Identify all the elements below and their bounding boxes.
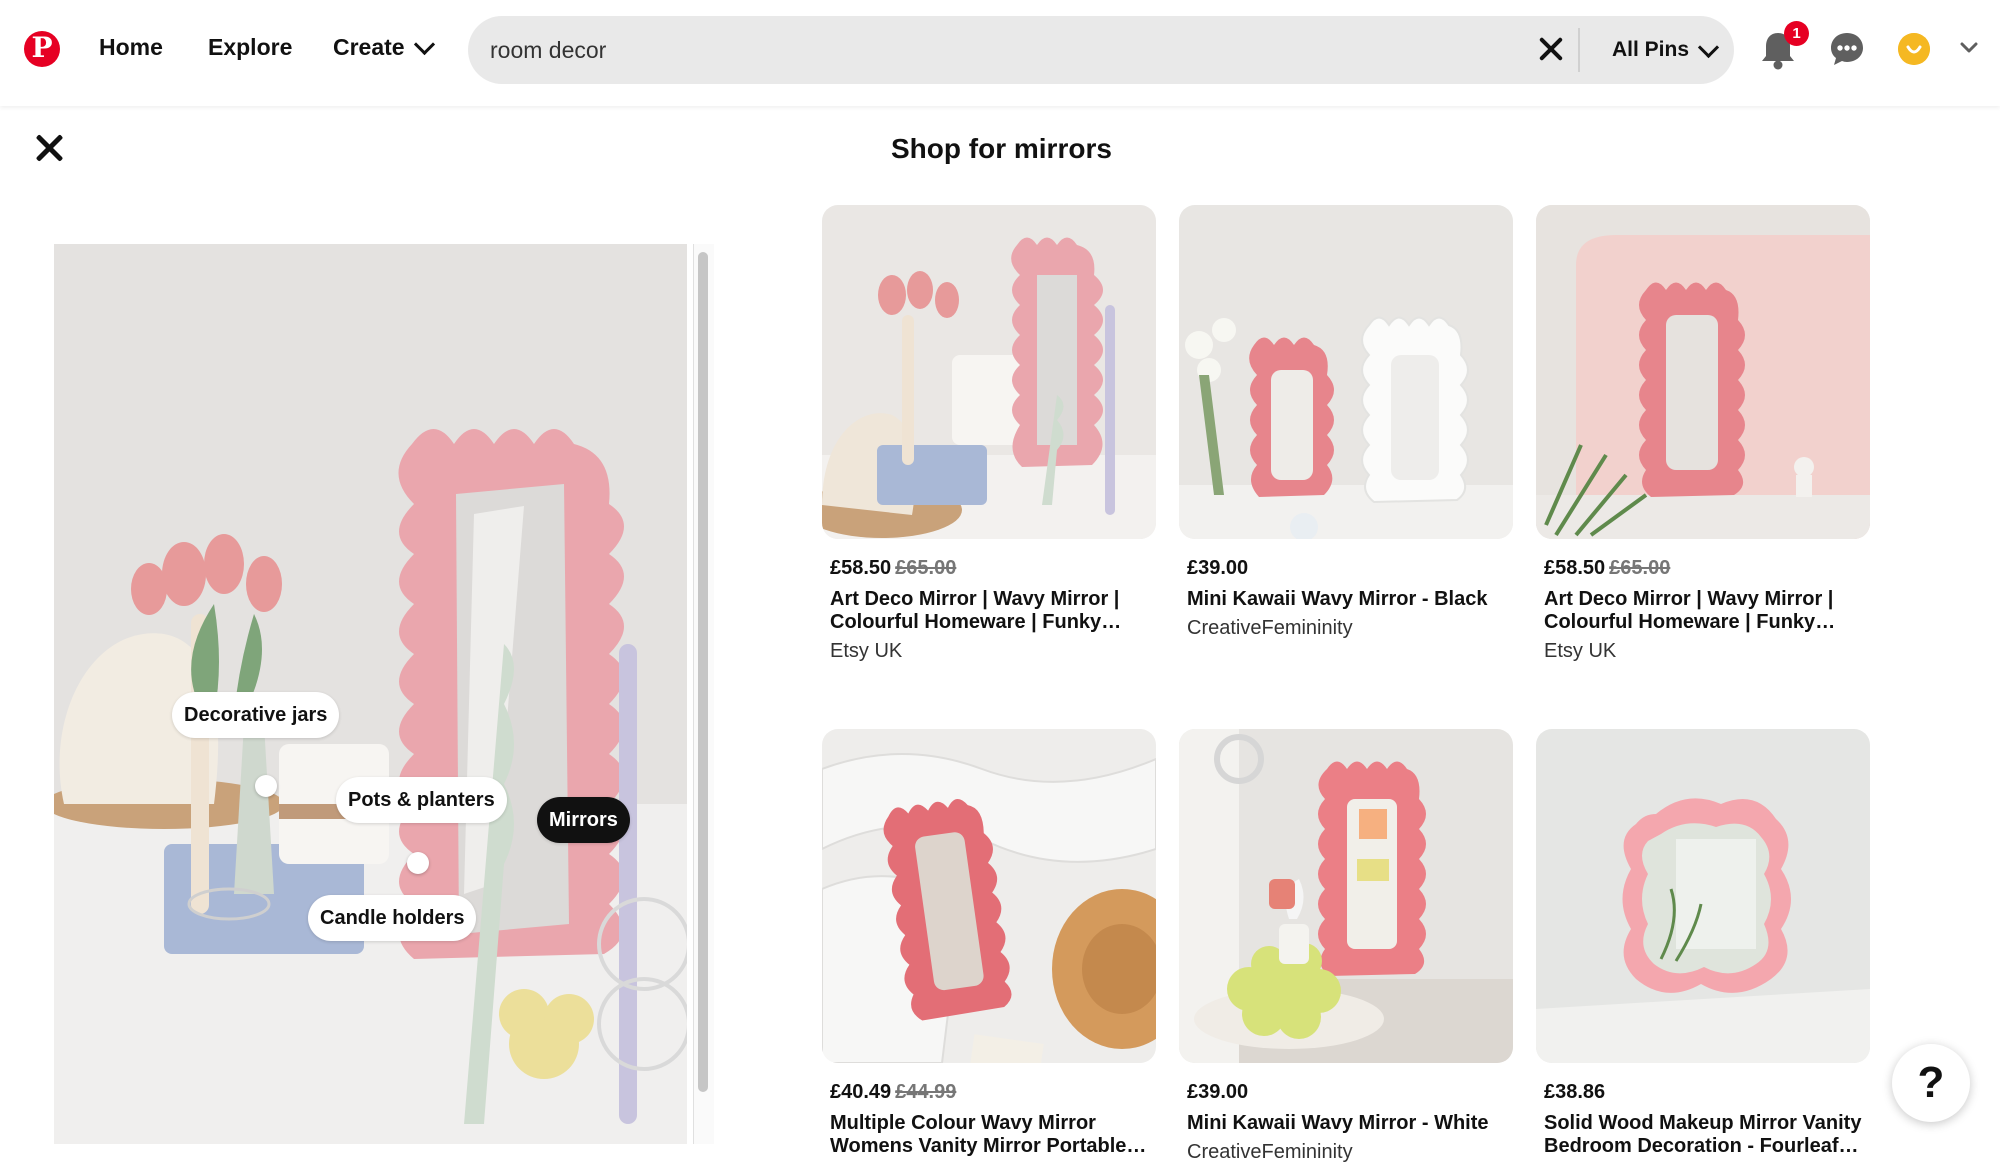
product-image[interactable] xyxy=(1536,205,1870,539)
product-name[interactable]: Solid Wood Makeup Mirror Vanity Bedroom … xyxy=(1536,1112,1870,1158)
product-price: £38.86 xyxy=(1544,1081,1606,1103)
nav-explore-link[interactable]: Explore xyxy=(208,34,292,61)
product-image[interactable] xyxy=(1536,729,1870,1063)
product-card[interactable]: £38.86 Solid Wood Makeup Mirror Vanity B… xyxy=(1536,729,1870,1158)
chevron-down-icon[interactable] xyxy=(1960,41,1978,55)
product-name[interactable]: Art Deco Mirror | Wavy Mirror | Colourfu… xyxy=(1536,588,1870,634)
pin-image[interactable]: Decorative jars Pots & planters Mirrors … xyxy=(54,244,687,1144)
product-old-price: £65.00 xyxy=(1609,557,1671,579)
pinterest-logo[interactable]: P xyxy=(24,31,60,67)
product-card[interactable]: £58.50 £65.00 Art Deco Mirror | Wavy Mirr… xyxy=(1536,205,1870,663)
help-button[interactable]: ? xyxy=(1892,1044,1970,1122)
product-card[interactable]: £58.50 £65.00 Art Deco Mirror | Wavy Mirr… xyxy=(822,205,1156,663)
shop-title: Shop for mirrors xyxy=(891,133,1112,164)
tag-hotspot[interactable] xyxy=(407,852,429,874)
close-icon[interactable] xyxy=(32,131,66,165)
create-label: Create xyxy=(333,34,405,60)
tag-pots-planters[interactable]: Pots & planters xyxy=(336,777,507,823)
product-merchant[interactable]: CreativeFemininity xyxy=(1179,1141,1513,1164)
nav-create-menu[interactable]: Create xyxy=(333,33,435,61)
product-price-row: £38.86 xyxy=(1536,1081,1870,1104)
product-price: £58.50 xyxy=(1544,557,1606,579)
product-image[interactable] xyxy=(1179,205,1513,539)
chevron-down-icon xyxy=(413,33,435,56)
search-input[interactable]: room decor xyxy=(490,37,606,64)
chevron-down-icon xyxy=(1697,36,1720,58)
close-icon[interactable] xyxy=(1533,32,1569,68)
product-card[interactable]: £39.00 Mini Kawaii Wavy Mirror - White C… xyxy=(1179,729,1513,1164)
product-old-price: £65.00 xyxy=(895,557,957,579)
search-filter-dropdown[interactable]: All Pins xyxy=(1612,36,1720,62)
product-price: £39.00 xyxy=(1187,557,1249,579)
product-name[interactable]: Mini Kawaii Wavy Mirror - White xyxy=(1179,1112,1513,1135)
tag-decorative-jars[interactable]: Decorative jars xyxy=(172,692,340,738)
product-merchant[interactable]: CreativeFemininity xyxy=(1179,617,1513,640)
product-merchant[interactable]: Etsy UK xyxy=(1536,640,1870,663)
product-merchant[interactable]: Etsy UK xyxy=(822,640,1156,663)
tag-hotspot[interactable] xyxy=(255,775,277,797)
room-decor-photo xyxy=(54,244,687,1144)
product-name[interactable]: Mini Kawaii Wavy Mirror - Black xyxy=(1179,588,1513,611)
search-filter-label: All Pins xyxy=(1612,38,1690,61)
product-price-row: £58.50 £65.00 xyxy=(822,557,1156,580)
product-image[interactable] xyxy=(822,205,1156,539)
notification-badge: 1 xyxy=(1784,21,1809,46)
product-price-row: £39.00 xyxy=(1179,1081,1513,1104)
tag-candle-holders[interactable]: Candle holders xyxy=(308,895,477,941)
product-price-row: £40.49 £44.99 xyxy=(822,1081,1156,1104)
product-image[interactable] xyxy=(1179,729,1513,1063)
search-divider xyxy=(1578,28,1580,72)
avatar[interactable] xyxy=(1898,33,1930,65)
tag-mirrors[interactable]: Mirrors xyxy=(537,797,630,843)
nav-home-link[interactable]: Home xyxy=(99,34,163,61)
product-name[interactable]: Multiple Colour Wavy Mirror Womens Vanit… xyxy=(822,1112,1156,1158)
product-image[interactable] xyxy=(822,729,1156,1063)
search-bar[interactable]: room decor All Pins xyxy=(468,16,1734,84)
product-price: £39.00 xyxy=(1187,1081,1249,1103)
scrollbar-thumb[interactable] xyxy=(698,252,708,1092)
speech-bubble-icon[interactable] xyxy=(1829,31,1865,67)
product-price-row: £39.00 xyxy=(1179,557,1513,580)
product-card[interactable]: £39.00 Mini Kawaii Wavy Mirror - Black C… xyxy=(1179,205,1513,640)
product-price-row: £58.50 £65.00 xyxy=(1536,557,1870,580)
product-price: £40.49 xyxy=(830,1081,892,1103)
product-name[interactable]: Art Deco Mirror | Wavy Mirror | Colourfu… xyxy=(822,588,1156,634)
top-navigation-bar: P Home Explore Create room decor All Pin… xyxy=(0,0,2000,106)
product-old-price: £44.99 xyxy=(895,1081,957,1103)
product-price: £58.50 xyxy=(830,557,892,579)
product-card[interactable]: £40.49 £44.99 Multiple Colour Wavy Mirror… xyxy=(822,729,1156,1158)
